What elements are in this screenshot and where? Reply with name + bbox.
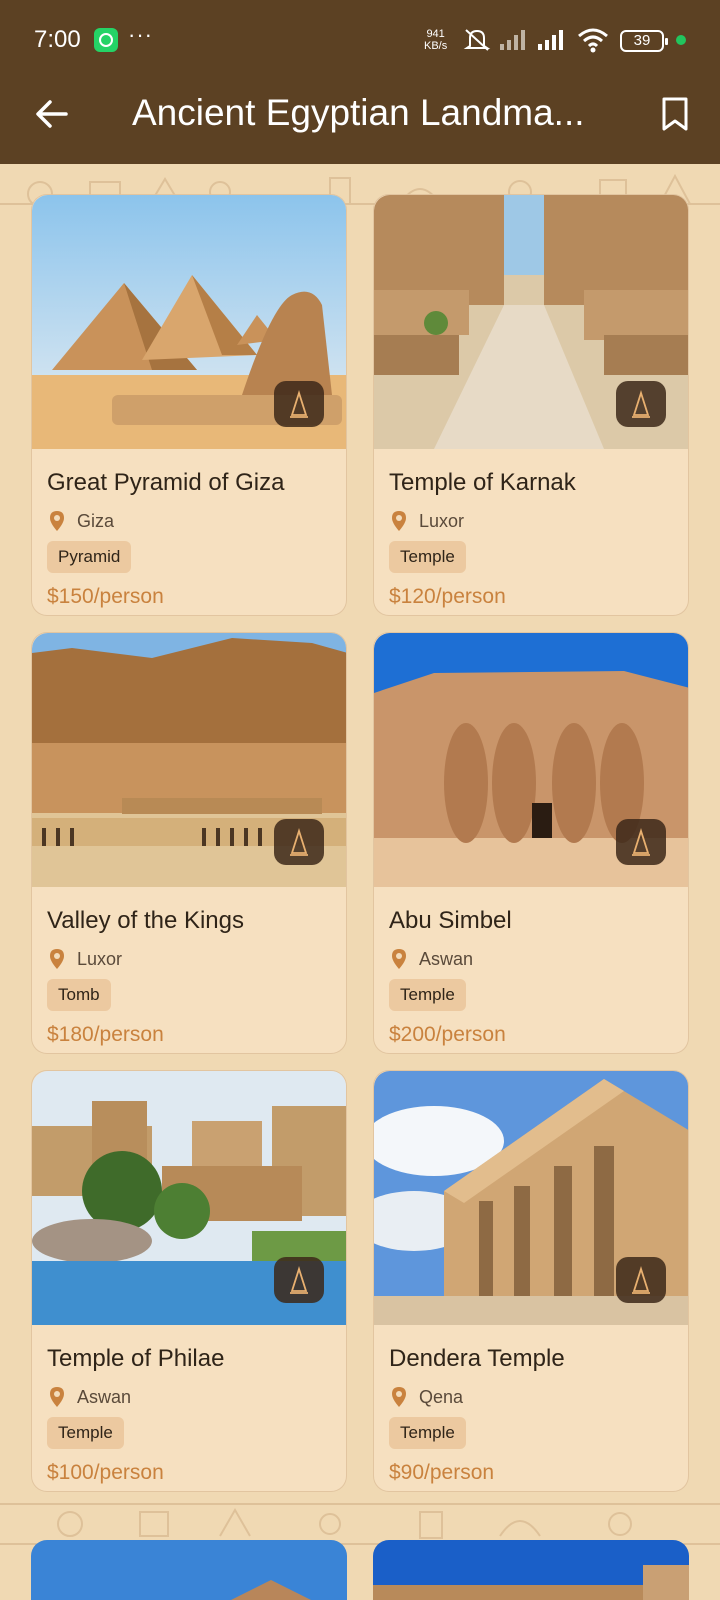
location-text: Aswan <box>419 948 474 969</box>
category-tag: Temple <box>389 979 466 1011</box>
price-label: $180/person <box>47 1023 164 1046</box>
location-pin-icon <box>50 949 64 969</box>
network-speed: 941 KB/s <box>424 28 447 52</box>
price-label: $150/person <box>47 585 164 608</box>
location-text: Luxor <box>77 948 123 969</box>
bookmark-icon[interactable] <box>660 96 690 132</box>
landmark-name: Great Pyramid of Giza <box>47 469 285 496</box>
location-pin-icon <box>392 511 406 531</box>
temple-category-icon <box>616 1257 666 1303</box>
back-arrow-icon[interactable] <box>32 94 72 134</box>
landmark-card[interactable]: Dendera Temple Qena Temple $90/person <box>373 1070 689 1492</box>
location-pin-icon <box>50 1387 64 1407</box>
landmark-card[interactable]: Temple of Karnak Luxor Temple $120/perso… <box>373 194 689 616</box>
more-notifications-icon: ··· <box>128 22 153 47</box>
landmark-location: Giza <box>47 509 114 533</box>
signal-sim1-icon <box>538 30 563 50</box>
location-text: Luxor <box>419 510 465 531</box>
location-pin-icon <box>50 511 64 531</box>
landmark-name: Abu Simbel <box>389 907 512 934</box>
temple-category-icon <box>616 381 666 427</box>
price-label: $90/person <box>389 1461 495 1484</box>
status-time: 7:00 <box>34 26 81 53</box>
landmark-name: Dendera Temple <box>389 1345 565 1372</box>
landmark-card[interactable]: Temple of Philae Aswan Temple $100/perso… <box>31 1070 347 1492</box>
category-tag: Pyramid <box>47 541 132 573</box>
app-bar: Ancient Egyptian Landma... <box>0 80 720 164</box>
landmark-location: Luxor <box>47 947 122 971</box>
tomb-category-icon <box>274 819 324 865</box>
wifi-icon <box>578 28 608 53</box>
landmark-location: Luxor <box>389 509 464 533</box>
price-label: $200/person <box>389 1023 506 1046</box>
temple-category-icon <box>616 819 666 865</box>
landmark-name: Temple of Karnak <box>389 469 576 496</box>
pyramid-category-icon <box>274 381 324 427</box>
signal-sim2-icon <box>500 30 525 50</box>
landmark-card-partial[interactable] <box>31 1540 347 1600</box>
privacy-dot-icon <box>676 35 686 45</box>
silent-bell-icon <box>463 29 491 51</box>
landmark-card[interactable]: Great Pyramid of Giza Giza Pyramid $150/… <box>31 194 347 616</box>
location-text: Qena <box>419 1386 464 1407</box>
whatsapp-icon <box>94 28 118 52</box>
landmark-name: Valley of the Kings <box>47 907 245 934</box>
battery-indicator: 39 <box>620 30 668 52</box>
landmark-location: Aswan <box>47 1385 131 1409</box>
location-pin-icon <box>392 1387 406 1407</box>
landmark-location: Qena <box>389 1385 463 1409</box>
landmark-card[interactable]: Valley of the Kings Luxor Tomb $180/pers… <box>31 632 347 1054</box>
landmark-card[interactable]: Abu Simbel Aswan Temple $200/person <box>373 632 689 1054</box>
price-label: $100/person <box>47 1461 164 1484</box>
network-speed-unit: KB/s <box>424 40 448 52</box>
top-bar: 7:00 ··· 941 KB/s 39 Ancient Egyptian La… <box>0 0 720 164</box>
network-speed-value: 941 <box>426 28 445 40</box>
status-bar: 7:00 ··· 941 KB/s 39 <box>0 0 720 80</box>
landmark-location: Aswan <box>389 947 473 971</box>
category-tag: Temple <box>389 541 466 573</box>
landmark-name: Temple of Philae <box>47 1345 225 1372</box>
landmark-grid: Great Pyramid of Giza Giza Pyramid $150/… <box>0 164 720 1600</box>
price-label: $120/person <box>389 585 506 608</box>
location-pin-icon <box>392 949 406 969</box>
page-title: Ancient Egyptian Landma... <box>132 92 585 133</box>
category-tag: Tomb <box>47 979 111 1011</box>
location-text: Giza <box>77 510 115 531</box>
landmark-card-partial[interactable] <box>373 1540 689 1600</box>
temple-category-icon <box>274 1257 324 1303</box>
category-tag: Temple <box>389 1417 466 1449</box>
category-tag: Temple <box>47 1417 124 1449</box>
location-text: Aswan <box>77 1386 132 1407</box>
